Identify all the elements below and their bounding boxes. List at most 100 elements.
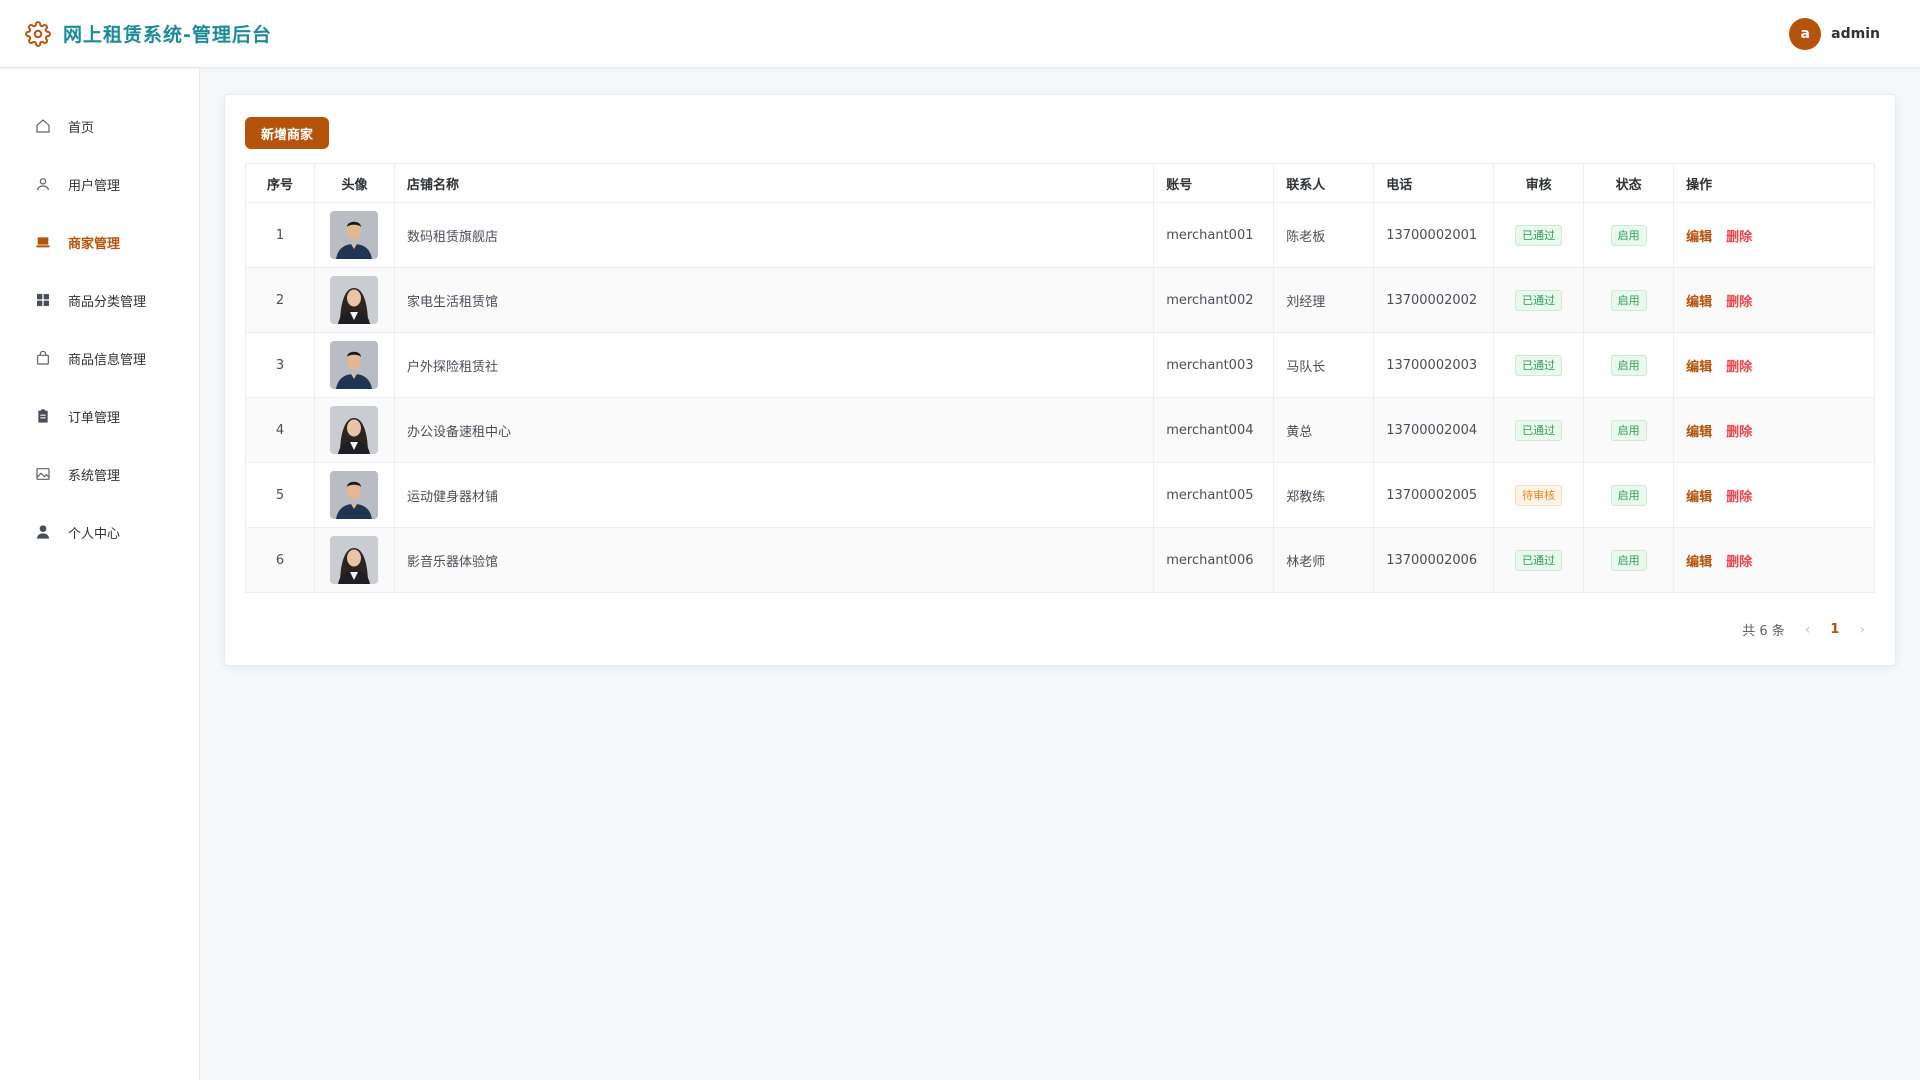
status-badge: 启用 [1610, 549, 1647, 571]
edit-button[interactable]: 编辑 [1686, 490, 1712, 505]
contact: 林老师 [1273, 527, 1375, 593]
brand: 网上租赁系统-管理后台 [25, 20, 272, 47]
shop-name: 数码租赁旗舰店 [394, 202, 1155, 268]
phone: 13700002006 [1373, 527, 1495, 593]
review-badge: 已通过 [1515, 354, 1563, 376]
delete-button[interactable]: 删除 [1726, 230, 1752, 245]
status-cell: 启用 [1583, 267, 1675, 333]
delete-button[interactable]: 删除 [1726, 425, 1752, 440]
table-row: 6 影音乐器体验馆 merchant006 林老师 13700002006 已通过 启用 编辑… [245, 527, 1875, 593]
page-number[interactable]: 1 [1830, 622, 1839, 637]
shop-name: 家电生活租赁馆 [394, 267, 1155, 333]
phone: 13700002001 [1373, 202, 1495, 268]
female-avatar [330, 406, 379, 454]
grid-icon [34, 291, 52, 309]
edit-button[interactable]: 编辑 [1686, 230, 1712, 245]
status-badge: 启用 [1610, 224, 1647, 246]
row-index: 2 [245, 267, 315, 333]
table-row: 4 办公设备速租中心 merchant004 黄总 13700002004 已通过 启用 编辑… [245, 397, 1875, 463]
col-account: 账号 [1153, 163, 1275, 203]
table-row: 3 户外探险租赁社 merchant003 马队长 13700002003 已通过 启用 编辑… [245, 332, 1875, 398]
merchant-panel: 新增商家 序号 头像 店铺名称 账号 联系人 电话 审核 状态 操作 1 数码租赁… [224, 94, 1896, 666]
male-avatar [330, 211, 379, 259]
phone: 13700002004 [1373, 397, 1495, 463]
account: merchant002 [1153, 267, 1275, 333]
avatar-cell [314, 332, 395, 398]
merchant-table: 序号 头像 店铺名称 账号 联系人 电话 审核 状态 操作 1 数码租赁旗舰店 me… [245, 163, 1875, 593]
edit-button[interactable]: 编辑 [1686, 360, 1712, 375]
shop-name: 户外探险租赁社 [394, 332, 1155, 398]
edit-button[interactable]: 编辑 [1686, 295, 1712, 310]
account: merchant006 [1153, 527, 1275, 593]
col-actions: 操作 [1673, 163, 1875, 203]
sidebar-item-home[interactable]: 首页 [0, 97, 199, 155]
sidebar-item-label: 个人中心 [68, 526, 121, 542]
prev-page-icon[interactable]: ‹ [1805, 622, 1811, 638]
col-shop-name: 店铺名称 [394, 163, 1155, 203]
actions-cell: 编辑 删除 [1673, 397, 1875, 463]
actions-cell: 编辑 删除 [1673, 332, 1875, 398]
review-cell: 待审核 [1493, 462, 1585, 528]
review-cell: 已通过 [1493, 267, 1585, 333]
sidebar-item-label: 商品信息管理 [68, 352, 147, 368]
review-cell: 已通过 [1493, 202, 1585, 268]
user-icon [34, 175, 52, 193]
row-index: 3 [245, 332, 315, 398]
account: merchant005 [1153, 462, 1275, 528]
actions-cell: 编辑 删除 [1673, 202, 1875, 268]
contact: 郑教练 [1273, 462, 1375, 528]
sidebar-item-products[interactable]: 商品信息管理 [0, 329, 199, 387]
shop-name: 运动健身器材铺 [394, 462, 1155, 528]
person-icon [34, 523, 52, 541]
sidebar-item-merchants[interactable]: 商家管理 [0, 213, 199, 271]
review-cell: 已通过 [1493, 527, 1585, 593]
user-menu[interactable]: a admin [1789, 18, 1880, 50]
review-cell: 已通过 [1493, 397, 1585, 463]
next-page-icon[interactable]: › [1859, 622, 1865, 638]
sidebar-item-users[interactable]: 用户管理 [0, 155, 199, 213]
review-badge: 已通过 [1515, 224, 1563, 246]
actions-cell: 编辑 删除 [1673, 462, 1875, 528]
sidebar-item-label: 订单管理 [68, 410, 121, 426]
delete-button[interactable]: 删除 [1726, 360, 1752, 375]
sidebar-item-label: 商家管理 [68, 236, 121, 252]
edit-button[interactable]: 编辑 [1686, 425, 1712, 440]
col-avatar: 头像 [314, 163, 395, 203]
review-badge: 待审核 [1515, 484, 1563, 506]
avatar-cell [314, 527, 395, 593]
bag-icon [34, 349, 52, 367]
table-row: 2 家电生活租赁馆 merchant002 刘经理 13700002002 已通过 启用 编辑… [245, 267, 1875, 333]
col-phone: 电话 [1373, 163, 1495, 203]
sidebar-item-system[interactable]: 系统管理 [0, 445, 199, 503]
avatar-cell [314, 267, 395, 333]
contact: 刘经理 [1273, 267, 1375, 333]
shop-name: 办公设备速租中心 [394, 397, 1155, 463]
status-cell: 启用 [1583, 462, 1675, 528]
status-cell: 启用 [1583, 332, 1675, 398]
phone: 13700002002 [1373, 267, 1495, 333]
sidebar-item-categories[interactable]: 商品分类管理 [0, 271, 199, 329]
review-badge: 已通过 [1515, 419, 1563, 441]
col-review: 审核 [1493, 163, 1585, 203]
sidebar-item-profile[interactable]: 个人中心 [0, 503, 199, 561]
status-cell: 启用 [1583, 527, 1675, 593]
username[interactable]: admin [1831, 26, 1880, 42]
status-badge: 启用 [1610, 289, 1647, 311]
sidebar-item-orders[interactable]: 订单管理 [0, 387, 199, 445]
delete-button[interactable]: 删除 [1726, 295, 1752, 310]
table-row: 1 数码租赁旗舰店 merchant001 陈老板 13700002001 已通过 启用 编辑… [245, 202, 1875, 268]
delete-button[interactable]: 删除 [1726, 490, 1752, 505]
edit-button[interactable]: 编辑 [1686, 555, 1712, 570]
contact: 黄总 [1273, 397, 1375, 463]
add-merchant-button[interactable]: 新增商家 [245, 117, 330, 149]
avatar[interactable]: a [1789, 18, 1822, 50]
review-badge: 已通过 [1515, 549, 1563, 571]
phone: 13700002005 [1373, 462, 1495, 528]
female-avatar [330, 276, 379, 324]
row-index: 6 [245, 527, 315, 593]
row-index: 4 [245, 397, 315, 463]
top-header: 网上租赁系统-管理后台 a admin [0, 0, 1920, 68]
status-badge: 启用 [1610, 354, 1647, 376]
delete-button[interactable]: 删除 [1726, 555, 1752, 570]
status-cell: 启用 [1583, 202, 1675, 268]
